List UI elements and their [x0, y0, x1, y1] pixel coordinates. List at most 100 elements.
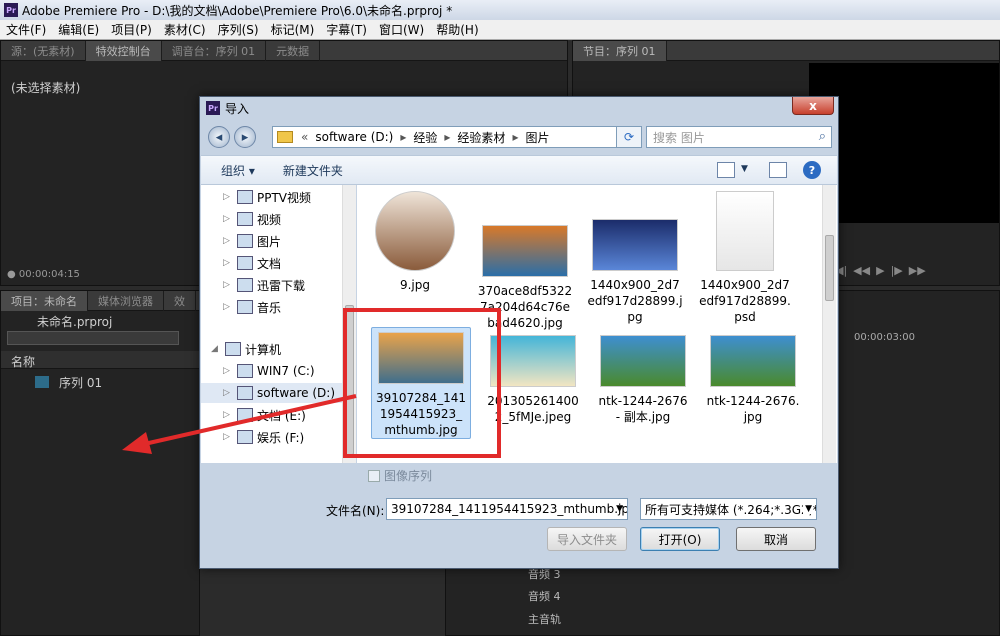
nav-item-label: 迅雷下载: [257, 278, 306, 293]
nav-item-drive-e[interactable]: ▷ 文档 (E:): [201, 405, 353, 425]
forward-icon[interactable]: ▶▶: [909, 264, 926, 277]
menu-help[interactable]: 帮助(H): [430, 21, 484, 38]
breadcrumb-folder-3[interactable]: 图片: [522, 129, 552, 146]
file-type-value: 所有可支持媒体 (*.264;*.3G2;*: [645, 502, 817, 517]
nav-scrollbar[interactable]: [342, 185, 356, 463]
breadcrumb-folder-2[interactable]: 经验素材: [454, 129, 508, 146]
project-search-input[interactable]: [7, 331, 179, 345]
file-item[interactable]: 1440x900_2d7edf917d28899.jpg: [585, 219, 685, 325]
tab-audio-mixer[interactable]: 调音台：序列 01: [162, 40, 267, 61]
menu-marker[interactable]: 标记(M): [265, 21, 321, 38]
file-item-selected[interactable]: 39107284_1411954415923_mthumb.jpg: [371, 327, 471, 439]
file-type-select[interactable]: 所有可支持媒体 (*.264;*.3G2;* ▼: [640, 498, 817, 520]
search-input[interactable]: 搜索 图片 ⌕: [646, 126, 832, 148]
nav-item-label: 视频: [257, 212, 282, 227]
file-name: 2013052614002_5fMJe.jpeg: [487, 394, 579, 424]
file-list-scrollbar-thumb[interactable]: [825, 235, 834, 301]
project-column-header[interactable]: 名称: [1, 351, 199, 369]
chevron-down-icon[interactable]: ▼: [616, 504, 623, 514]
step-forward-icon[interactable]: |▶: [891, 264, 903, 277]
file-name: 1440x900_2d7edf917d28899.psd: [699, 278, 791, 324]
image-sequence-checkbox[interactable]: [368, 469, 380, 482]
cancel-button[interactable]: 取消: [736, 527, 816, 551]
refresh-button[interactable]: ⟳: [616, 126, 642, 148]
tab-source[interactable]: 源：(无素材): [1, 40, 86, 61]
file-name: 9.jpg: [399, 278, 431, 292]
menu-window[interactable]: 窗口(W): [373, 21, 430, 38]
open-button[interactable]: 打开(O): [640, 527, 720, 551]
file-item[interactable]: 370ace8df53227a204d64c76ebad4620.jpg: [475, 225, 575, 331]
import-folder-button[interactable]: 导入文件夹: [547, 527, 627, 551]
nav-item-videos[interactable]: ▷ 视频: [201, 209, 353, 229]
project-item-label: 序列 01: [59, 375, 103, 390]
source-timecode: ● 00:00:04:15: [7, 269, 80, 280]
music-library-icon: [237, 300, 253, 314]
nav-item-pictures[interactable]: ▷ 图片: [201, 231, 353, 251]
nav-item-drive-d[interactable]: ▷ software (D:): [201, 383, 353, 403]
close-button[interactable]: x: [792, 97, 834, 115]
chevron-right-icon: ▷: [223, 236, 230, 246]
tab-program[interactable]: 节目：序列 01: [573, 40, 667, 61]
menu-edit[interactable]: 编辑(E): [52, 21, 105, 38]
image-thumbnail: [600, 335, 686, 387]
nav-item-drive-f[interactable]: ▷ 娱乐 (F:): [201, 427, 353, 447]
filename-label: 文件名(N):: [326, 504, 385, 518]
tab-metadata[interactable]: 元数据: [266, 40, 321, 61]
navigation-pane: ▷ PPTV视频 ▷ 视频 ▷ 图片 ▷ 文档 ▷ 迅雷下载 ▷ 音乐 ◢ 计算…: [201, 185, 356, 463]
chevron-right-icon: ▷: [223, 432, 230, 442]
chevron-right-icon: ▷: [223, 388, 230, 398]
nav-item-music[interactable]: ▷ 音乐: [201, 297, 353, 317]
new-folder-button[interactable]: 新建文件夹: [273, 162, 353, 179]
nav-item-downloads[interactable]: ▷ 迅雷下载: [201, 275, 353, 295]
menu-bar: 文件(F) 编辑(E) 项目(P) 素材(C) 序列(S) 标记(M) 字幕(T…: [0, 20, 1000, 40]
chevron-down-icon[interactable]: ▼: [803, 504, 812, 514]
nav-item-computer[interactable]: ◢ 计算机: [201, 339, 353, 359]
view-options-icon[interactable]: [717, 162, 735, 178]
nav-item-drive-c[interactable]: ▷ WIN7 (C:): [201, 361, 353, 381]
image-sequence-label: 图像序列: [384, 469, 433, 483]
preview-pane-icon[interactable]: [769, 162, 787, 178]
nav-scrollbar-thumb[interactable]: [345, 305, 354, 455]
chevron-right-icon: ▷: [223, 410, 230, 420]
file-name: ntk-1244-2676 - 副本.jpg: [598, 394, 688, 424]
playback-controls: ◀| ◀◀ ▶ |▶ ▶▶: [835, 259, 999, 281]
nav-item-label: WIN7 (C:): [257, 364, 315, 378]
file-list-scrollbar[interactable]: [822, 185, 836, 463]
image-sequence-option[interactable]: 图像序列: [368, 467, 432, 484]
chevron-right-icon: ▸: [512, 130, 519, 144]
tab-effects[interactable]: 效: [164, 290, 196, 311]
menu-file[interactable]: 文件(F): [0, 21, 52, 38]
tab-project[interactable]: 项目：未命名: [1, 290, 88, 311]
address-bar[interactable]: « software (D:) ▸ 经验 ▸ 经验素材 ▸ 图片 ▼: [272, 126, 642, 148]
tab-effect-controls[interactable]: 特效控制台: [85, 40, 162, 61]
forward-button[interactable]: ▸: [234, 126, 256, 148]
menu-project[interactable]: 项目(P): [105, 21, 158, 38]
organize-button[interactable]: 组织 ▾: [211, 162, 265, 179]
file-item[interactable]: 2013052614002_5fMJe.jpeg: [483, 335, 583, 425]
nav-item-documents[interactable]: ▷ 文档: [201, 253, 353, 273]
file-item[interactable]: 1440x900_2d7edf917d28899.psd: [695, 191, 795, 325]
import-dialog: Pr 导入 x ◂ ▸ « software (D:) ▸ 经验 ▸ 经验素材 …: [199, 96, 839, 569]
project-item[interactable]: 序列 01: [35, 373, 102, 391]
file-item[interactable]: ntk-1244-2676.jpg: [703, 335, 803, 425]
file-item[interactable]: 9.jpg: [365, 191, 465, 293]
rewind-icon[interactable]: ◀◀: [853, 264, 870, 277]
nav-item-pptv[interactable]: ▷ PPTV视频: [201, 187, 353, 207]
chevron-right-icon: ▷: [223, 258, 230, 268]
menu-sequence[interactable]: 序列(S): [212, 21, 265, 38]
menu-clip[interactable]: 素材(C): [158, 21, 212, 38]
nav-item-label: 计算机: [245, 342, 282, 357]
nav-item-label: 文档 (E:): [257, 408, 306, 423]
breadcrumb-folder-1[interactable]: 经验: [410, 129, 440, 146]
filename-value: 39107284_1411954415923_mthumb.jpg: [391, 502, 628, 516]
filename-input[interactable]: 39107284_1411954415923_mthumb.jpg ▼: [386, 498, 628, 520]
help-icon[interactable]: ?: [803, 161, 821, 179]
tab-media-browser[interactable]: 媒体浏览器: [88, 290, 164, 311]
file-item[interactable]: ntk-1244-2676 - 副本.jpg: [593, 335, 693, 425]
breadcrumb-drive[interactable]: software (D:): [312, 130, 396, 144]
back-button[interactable]: ◂: [208, 126, 230, 148]
chevron-down-icon[interactable]: ▼: [741, 164, 748, 174]
timeline-timecode: 00:00:03:00: [854, 332, 916, 343]
play-icon[interactable]: ▶: [876, 264, 884, 277]
menu-title[interactable]: 字幕(T): [320, 21, 373, 38]
